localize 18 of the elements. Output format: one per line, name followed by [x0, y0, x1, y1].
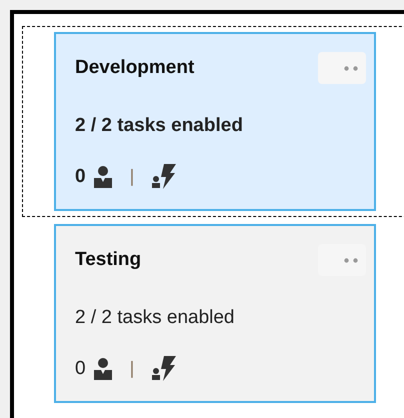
- person-icon: [94, 166, 112, 188]
- person-icon: [94, 358, 112, 380]
- stage-card[interactable]: Development 2 / 2 tasks enabled 0 |: [54, 32, 376, 211]
- tasks-status: 2 / 2 tasks enabled: [75, 306, 236, 330]
- stage-title: Development: [75, 56, 194, 80]
- approver-count: 0: [75, 356, 86, 380]
- stage-card[interactable]: Testing 2 / 2 tasks enabled 0 |: [54, 224, 376, 403]
- approver-count: 0: [75, 164, 86, 188]
- more-icon: [344, 66, 358, 70]
- more-button[interactable]: [318, 52, 366, 84]
- more-button[interactable]: [318, 244, 366, 276]
- person-lightning-icon: [152, 356, 176, 382]
- separator: |: [130, 165, 134, 188]
- tasks-status: 2 / 2 tasks enabled: [75, 114, 244, 138]
- stage-title: Testing: [75, 248, 142, 272]
- more-icon: [344, 258, 358, 262]
- separator: |: [130, 357, 134, 380]
- person-lightning-icon: [152, 164, 176, 190]
